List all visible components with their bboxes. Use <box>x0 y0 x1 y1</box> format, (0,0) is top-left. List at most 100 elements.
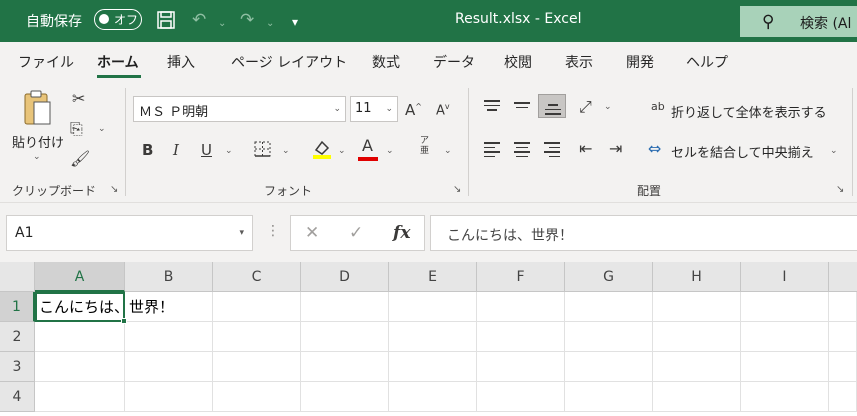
select-all-corner[interactable] <box>0 262 35 292</box>
name-box[interactable]: A1 ▾ <box>6 215 253 251</box>
orientation-dropdown-icon[interactable]: ⌄ <box>604 102 612 112</box>
align-right-button[interactable] <box>538 136 566 160</box>
tab-file[interactable]: ファイル <box>18 52 74 72</box>
font-color-dropdown-icon[interactable]: ⌄ <box>386 146 394 156</box>
tab-developer[interactable]: 開発 <box>626 52 654 72</box>
fill-color-dropdown-icon[interactable]: ⌄ <box>338 146 346 156</box>
phonetic-guide-icon[interactable]: ア亜 <box>420 136 429 156</box>
row-header[interactable]: 2 <box>0 322 35 352</box>
grid-cell[interactable] <box>301 322 389 352</box>
formula-input[interactable]: こんにちは、世界！ <box>430 215 857 251</box>
paste-label[interactable]: 貼り付け <box>12 132 64 151</box>
grid-cell[interactable] <box>741 322 829 352</box>
paste-dropdown-icon[interactable]: ⌄ <box>33 152 41 162</box>
grid-cell[interactable] <box>741 352 829 382</box>
font-launcher-icon[interactable]: ↘ <box>453 184 461 195</box>
insert-function-icon[interactable]: fx <box>393 223 410 243</box>
wrap-text-icon[interactable]: ab <box>651 98 665 116</box>
merge-center-icon[interactable]: ⇔ <box>648 140 661 158</box>
wrap-text-button[interactable]: 折り返して全体を表示する <box>671 102 827 121</box>
grid-cell[interactable] <box>565 322 653 352</box>
grid-cell[interactable] <box>301 382 389 412</box>
merge-center-button[interactable]: セルを結合して中央揃え <box>671 142 814 161</box>
italic-button[interactable]: I <box>173 141 179 159</box>
grid-cell[interactable] <box>477 382 565 412</box>
grid-cell[interactable] <box>125 322 213 352</box>
font-size-select[interactable]: 11 ⌄ <box>350 96 398 122</box>
column-header[interactable]: B <box>125 262 213 292</box>
increase-font-size-icon[interactable]: A^ <box>405 98 422 119</box>
grid-cell[interactable] <box>213 322 301 352</box>
grid-cell[interactable] <box>301 352 389 382</box>
row-header[interactable]: 3 <box>0 352 35 382</box>
active-cell-a1[interactable] <box>35 292 125 322</box>
underline-dropdown-icon[interactable]: ⌄ <box>225 146 233 156</box>
redo-dropdown-icon[interactable]: ⌄ <box>266 14 274 34</box>
tab-help[interactable]: ヘルプ <box>686 52 728 72</box>
increase-indent-icon[interactable]: ⇥ <box>609 140 622 158</box>
column-header[interactable]: A <box>35 262 125 292</box>
grid-cell[interactable] <box>653 352 741 382</box>
grid-cell[interactable] <box>477 322 565 352</box>
underline-button[interactable]: U <box>201 141 212 159</box>
grid-cell[interactable] <box>653 322 741 352</box>
undo-dropdown-icon[interactable]: ⌄ <box>218 14 226 34</box>
decrease-indent-icon[interactable]: ⇤ <box>579 140 592 158</box>
decrease-font-size-icon[interactable]: Av <box>436 98 450 120</box>
grid-cell[interactable] <box>741 292 829 322</box>
grid-cell[interactable] <box>829 322 857 352</box>
fill-color-icon[interactable] <box>311 138 333 164</box>
grid-cell[interactable] <box>829 292 857 322</box>
grid-cell[interactable] <box>35 382 125 412</box>
grid-cell[interactable] <box>389 322 477 352</box>
bold-button[interactable]: B <box>142 141 153 159</box>
merge-dropdown-icon[interactable]: ⌄ <box>830 146 838 156</box>
clipboard-launcher-icon[interactable]: ↘ <box>110 184 118 195</box>
undo-icon[interactable]: ↶ <box>192 10 206 30</box>
grid-cell[interactable] <box>565 382 653 412</box>
align-left-button[interactable] <box>478 136 506 160</box>
grid-cell[interactable] <box>125 352 213 382</box>
format-painter-icon[interactable]: 🖌 <box>70 150 90 168</box>
align-center-button[interactable] <box>508 136 536 160</box>
tab-data[interactable]: データ <box>433 52 475 72</box>
paste-icon[interactable] <box>22 88 52 132</box>
grid-cell[interactable] <box>389 382 477 412</box>
enter-icon[interactable]: ✓ <box>349 223 363 243</box>
grid-cell[interactable] <box>829 352 857 382</box>
save-icon[interactable] <box>156 10 176 35</box>
autosave-toggle[interactable]: オフ <box>94 9 142 30</box>
grid-cell[interactable] <box>653 292 741 322</box>
column-header[interactable]: H <box>653 262 741 292</box>
borders-dropdown-icon[interactable]: ⌄ <box>282 146 290 156</box>
grid-cell[interactable] <box>389 352 477 382</box>
alignment-launcher-icon[interactable]: ↘ <box>836 184 844 195</box>
fill-handle[interactable] <box>121 318 127 324</box>
grid-cell[interactable] <box>35 322 125 352</box>
column-header-partial[interactable] <box>829 262 857 292</box>
tab-formulas[interactable]: 数式 <box>372 52 400 72</box>
copy-dropdown-icon[interactable]: ⌄ <box>98 124 106 134</box>
column-header[interactable]: G <box>565 262 653 292</box>
grid-cell[interactable] <box>741 382 829 412</box>
top-align-button[interactable] <box>478 94 506 118</box>
customize-toolbar-icon[interactable]: ▾ <box>292 12 298 32</box>
row-header[interactable]: 4 <box>0 382 35 412</box>
tab-review[interactable]: 校閲 <box>504 52 532 72</box>
tab-insert[interactable]: 挿入 <box>167 52 195 72</box>
grid-cell[interactable] <box>389 292 477 322</box>
grid-cell[interactable] <box>125 382 213 412</box>
resize-handle-icon[interactable]: ⋮ <box>266 223 280 239</box>
grid-cell[interactable] <box>477 292 565 322</box>
cut-icon[interactable]: ✂ <box>72 90 85 108</box>
middle-align-button[interactable] <box>508 94 536 118</box>
grid-cell[interactable] <box>565 292 653 322</box>
font-color-icon[interactable]: A <box>362 137 373 155</box>
redo-icon[interactable]: ↷ <box>240 10 254 30</box>
tab-home[interactable]: ホーム <box>97 52 139 72</box>
copy-icon[interactable]: ⎘ <box>70 120 83 138</box>
row-header[interactable]: 1 <box>0 292 35 322</box>
column-header[interactable]: D <box>301 262 389 292</box>
column-header[interactable]: E <box>389 262 477 292</box>
bottom-align-button[interactable] <box>538 94 566 118</box>
